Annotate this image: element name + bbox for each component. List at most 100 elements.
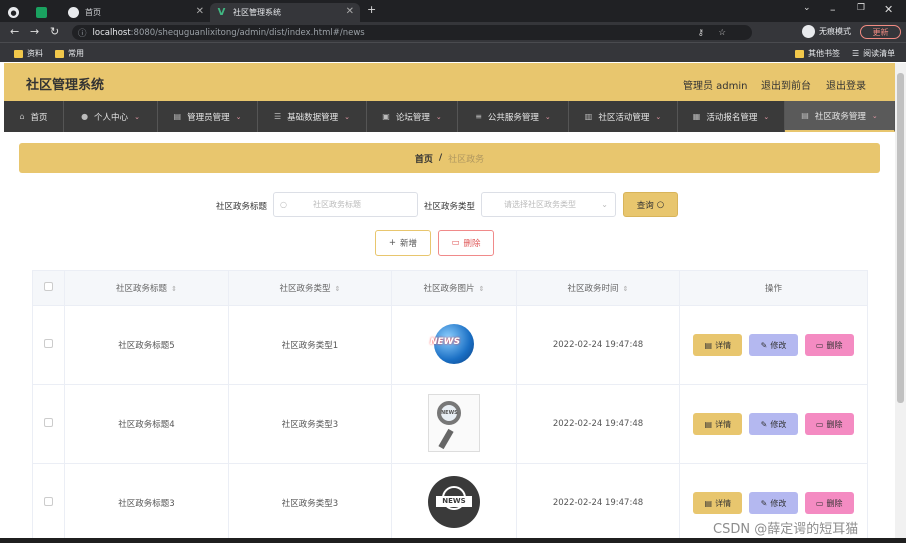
logout-link[interactable]: 退出登录 — [826, 77, 866, 92]
col-image-label: 社区政务图片 — [423, 284, 475, 294]
new-tab-icon[interactable]: + — [367, 3, 376, 16]
col-type[interactable]: 社区政务类型 ⇕ — [228, 270, 392, 306]
close-icon[interactable]: ✕ — [346, 6, 354, 17]
nav-item-signup[interactable]: ▦ 活动报名管理 ⌄ — [678, 101, 785, 132]
title-label: 社区政务标题 — [216, 202, 268, 212]
tab-label: 社区管理系统 — [233, 8, 281, 17]
breadcrumb-home[interactable]: 首页 — [415, 152, 433, 165]
activity-icon: ▥ — [584, 112, 593, 121]
service-icon: ≡ — [475, 112, 482, 121]
sort-icon: ⇕ — [334, 285, 341, 293]
forum-icon: ▣ — [382, 112, 390, 121]
row-delete-button[interactable]: ▭ 删除 — [804, 413, 854, 435]
add-button[interactable]: + 新增 — [375, 230, 431, 256]
nav-item-activity[interactable]: ▥ 社区活动管理 ⌄ — [569, 101, 678, 132]
update-button[interactable]: 更新 — [860, 25, 901, 39]
browser-tab-app[interactable] — [36, 3, 56, 22]
pencil-icon: ✎ — [760, 340, 768, 350]
nav-item-basic-data[interactable]: ☰ 基础数据管理 ⌄ — [258, 101, 367, 132]
row-delete-button[interactable]: ▭ 删除 — [804, 492, 854, 514]
sort-icon: ⇕ — [478, 285, 485, 293]
detail-button[interactable]: ▤ 详情 — [693, 413, 743, 435]
breadcrumb-separator: / — [438, 153, 443, 163]
query-label: 查询 — [636, 200, 654, 211]
row-checkbox[interactable] — [44, 418, 53, 427]
detail-button[interactable]: ▤ 详情 — [693, 492, 743, 514]
news-globe-image: NEWS — [430, 323, 474, 364]
row-checkbox[interactable] — [44, 339, 53, 348]
bookmark-folder[interactable]: 常用 — [55, 48, 84, 59]
news-dark-globe-image: NEWS — [428, 475, 480, 528]
nav-item-label: 论坛管理 — [395, 112, 430, 123]
chevron-down-icon: ⌄ — [435, 112, 442, 121]
nav-item-label: 社区政务管理 — [814, 111, 866, 122]
edit-label: 修改 — [770, 340, 787, 350]
nav-item-forum[interactable]: ▣ 论坛管理 ⌄ — [367, 101, 458, 132]
pencil-icon: ✎ — [760, 498, 768, 508]
chevron-down-icon[interactable]: ⌄ — [803, 3, 811, 13]
back-icon[interactable]: ← — [10, 25, 19, 38]
browser-tab-pinned[interactable]: ● — [8, 3, 34, 22]
close-icon[interactable]: ✕ — [196, 6, 204, 17]
doc-icon: ▤ — [704, 498, 713, 508]
url-field[interactable]: ⓘ localhost :8080/shequguanlixitong/admi… — [72, 25, 752, 40]
title-placeholder: 社区政务标题 — [312, 200, 361, 209]
admin-icon: ▤ — [173, 112, 182, 121]
trash-icon: ▭ — [815, 340, 824, 350]
edit-label: 修改 — [770, 419, 787, 429]
restore-icon[interactable]: ❐ — [857, 3, 865, 13]
search-form: 社区政务标题 ○ 社区政务标题 社区政务类型 请选择社区政务类型 ⌄ 查询 ○ — [4, 192, 895, 218]
minimize-icon[interactable]: – — [830, 3, 836, 16]
row-checkbox[interactable] — [44, 497, 53, 506]
info-icon: ⓘ — [78, 28, 87, 39]
row-delete-button[interactable]: ▭ 删除 — [804, 334, 854, 356]
close-window-icon[interactable]: ✕ — [884, 3, 893, 16]
delete-label: 删除 — [826, 340, 843, 350]
pencil-icon: ✎ — [760, 419, 768, 429]
detail-label: 详情 — [715, 340, 732, 350]
batch-delete-button[interactable]: ▭ 删除 — [438, 230, 494, 256]
nav-item-profile[interactable]: ● 个人中心 ⌄ — [64, 101, 158, 132]
nav-item-home[interactable]: ⌂ 首页 — [4, 101, 64, 132]
select-all-checkbox[interactable] — [44, 282, 53, 291]
query-button[interactable]: 查询 ○ — [623, 192, 678, 217]
edit-button[interactable]: ✎ 修改 — [749, 413, 798, 435]
scrollbar-thumb[interactable] — [897, 73, 904, 403]
nav-item-admin[interactable]: ▤ 管理员管理 ⌄ — [158, 101, 258, 132]
col-time[interactable]: 社区政务时间 ⇕ — [516, 270, 680, 306]
table-row: 社区政务标题5 社区政务类型1 NEWS 2022-02-24 19:47:48… — [32, 305, 868, 385]
reading-list[interactable]: ☰ 阅读清单 — [852, 48, 895, 59]
bookmark-folder[interactable]: 资料 — [14, 48, 43, 59]
detail-button[interactable]: ▤ 详情 — [693, 334, 743, 356]
chevron-down-icon: ⌄ — [235, 112, 242, 121]
address-bar: ← → ↻ ⓘ localhost :8080/shequguanlixiton… — [0, 22, 906, 42]
browser-tab-active[interactable]: V 社区管理系统 ✕ — [210, 3, 360, 22]
key-icon[interactable]: ⚷ — [698, 28, 704, 38]
plus-icon: + — [388, 238, 397, 248]
bookmark-folder[interactable]: 其他书签 — [795, 48, 840, 59]
chevron-down-icon: ⌄ — [544, 112, 551, 121]
incognito-indicator[interactable]: 无痕模式 — [802, 25, 851, 38]
nav-item-label: 公共服务管理 — [487, 112, 539, 123]
edit-button[interactable]: ✎ 修改 — [749, 334, 798, 356]
page-scrollbar[interactable] — [895, 63, 906, 543]
site-header: 社区管理系统 管理员 admin 退出到前台 退出登录 — [4, 63, 895, 101]
nav-item-affairs[interactable]: ▤ 社区政务管理 ⌄ — [785, 101, 895, 132]
incognito-label: 无痕模式 — [819, 27, 851, 36]
table-row: 社区政务标题4 社区政务类型3 NEWS 2022-02-24 19:47:48… — [32, 384, 868, 464]
edit-button[interactable]: ✎ 修改 — [749, 492, 798, 514]
exit-to-front-link[interactable]: 退出到前台 — [761, 77, 811, 92]
user-icon: ● — [81, 112, 89, 121]
reload-icon[interactable]: ↻ — [50, 25, 59, 38]
title-search-input[interactable]: ○ 社区政务标题 — [273, 192, 418, 217]
cell-time: 2022-02-24 19:47:48 — [516, 463, 680, 543]
star-icon[interactable]: ☆ — [718, 28, 726, 38]
type-select[interactable]: 请选择社区政务类型 ⌄ — [481, 192, 616, 217]
col-image[interactable]: 社区政务图片 ⇕ — [391, 270, 517, 306]
forward-icon[interactable]: → — [30, 25, 39, 38]
nav-item-public-service[interactable]: ≡ 公共服务管理 ⌄ — [458, 101, 569, 132]
browser-tab-home[interactable]: 首页 ✕ — [62, 3, 210, 22]
chevron-down-icon: ⌄ — [763, 112, 770, 121]
col-title[interactable]: 社区政务标题 ⇕ — [64, 270, 229, 306]
nav-item-label: 社区活动管理 — [598, 112, 650, 123]
